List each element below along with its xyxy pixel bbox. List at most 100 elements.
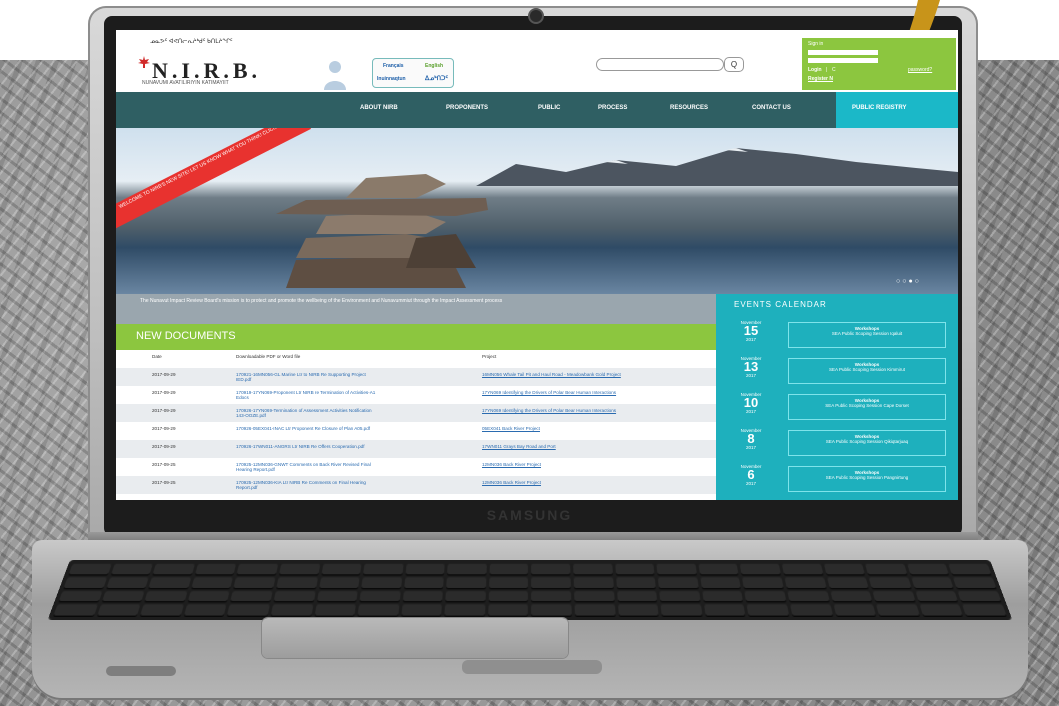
keyboard-key	[531, 563, 571, 575]
event-year: 2017	[745, 373, 756, 378]
keyboard-key	[270, 604, 313, 616]
keyboard-key	[531, 590, 572, 602]
keyboard-key	[744, 590, 787, 602]
keyboard-key	[230, 590, 273, 602]
keyboard-key	[953, 577, 997, 588]
forgot-password-link[interactable]: password?	[908, 67, 932, 73]
keyboard-key	[702, 590, 744, 602]
lang-french[interactable]: Français	[383, 63, 404, 69]
nav-public[interactable]: PUBLIC	[538, 105, 560, 111]
keyboard-key	[445, 590, 486, 602]
nav-resources[interactable]: RESOURCES	[670, 105, 708, 111]
event-box[interactable]: Workshops SEA Public Scoping Session Qiki…	[788, 430, 946, 456]
header-date: Date	[152, 354, 162, 359]
lang-english[interactable]: English	[425, 63, 443, 69]
keyboard-key	[488, 604, 529, 616]
keyboard-key	[110, 563, 154, 575]
register-link[interactable]: Register N	[808, 76, 833, 82]
row-file-link[interactable]: 170921-16MN056-GL Marine Ltr to NIRB Re …	[236, 372, 376, 382]
row-date: 2017-09-29	[152, 444, 176, 449]
event-item[interactable]: November 13 2017 Workshops SEA Public Scopin…	[720, 356, 954, 392]
row-project-link[interactable]: 12MN036 Back River Project	[482, 480, 712, 485]
row-project-link[interactable]: 16MN056 Whale Tail Pit and Haul Road - M…	[482, 372, 712, 377]
event-box[interactable]: Workshops SEA Public Scoping Session Cape…	[788, 394, 946, 420]
keyboard-key	[703, 604, 746, 616]
row-project-link[interactable]: 17WN011 Grays Bay Road and Port	[482, 444, 712, 449]
lang-inuktitut[interactable]: ᐃᓄᒃᑎᑐᑦ	[425, 75, 448, 82]
row-project-link[interactable]: 17YN069 Identifying the Drivers of Polar…	[482, 390, 712, 395]
username-field[interactable]	[808, 50, 878, 55]
maple-leaf-icon	[138, 56, 150, 68]
login-button[interactable]: Login	[808, 67, 822, 73]
keyboard-key	[148, 577, 192, 588]
person-icon	[324, 61, 346, 90]
row-date: 2017-09-25	[152, 462, 176, 467]
row-project-link[interactable]: 12MN036 Back River Project	[482, 462, 712, 467]
row-date: 2017-09-29	[152, 408, 176, 413]
mission-statement: The Nunavut Impact Review Board's missio…	[116, 294, 716, 324]
event-item[interactable]: November 15 2017 Workshops SEA Public Scopin…	[720, 320, 954, 356]
touchpad[interactable]	[262, 618, 568, 658]
nav-proponents[interactable]: PROPONENTS	[446, 105, 488, 111]
signin-link[interactable]: C	[832, 67, 836, 73]
samsung-logo: SAMSUNG	[486, 507, 573, 523]
nav-process[interactable]: PROCESS	[598, 105, 627, 111]
keyboard-key	[237, 563, 279, 575]
row-project-link[interactable]: 05EX041 Back River Project	[482, 426, 712, 431]
row-file-link[interactable]: 170925-12MN036-GNWT Comments on Back Riv…	[236, 462, 376, 472]
password-field[interactable]	[808, 58, 878, 63]
keyboard-key	[962, 604, 1007, 616]
mountain-image	[476, 148, 958, 186]
event-year: 2017	[745, 337, 756, 342]
event-name: SEA Public Scoping Session Kimmirut	[828, 367, 906, 372]
keyboard-key	[790, 604, 833, 616]
nirb-logo[interactable]: ᓄᓇᕗᑦ ᐊᕙᑎᓕᕆᔨᒃᑯᑦ ᑲᑎᒪᔨᖏᑦ N.I.R.B. NUNAVUMI …	[138, 38, 290, 86]
search-input[interactable]	[596, 58, 724, 71]
keyboard-key	[402, 590, 444, 602]
keyboard-key	[781, 563, 823, 575]
table-row: 2017-09-25 170925-12MN036-GNWT Comments o…	[116, 458, 716, 476]
event-box[interactable]: Workshops SEA Public Scoping Session Kimm…	[788, 358, 946, 384]
row-project-link[interactable]: 17YN069 Identifying the Drivers of Polar…	[482, 408, 712, 413]
slideshow-dots[interactable]: ○○●○	[896, 278, 921, 285]
event-item[interactable]: November 6 2017 Workshops SEA Public Scoping…	[720, 464, 954, 500]
table-row: 2017-09-29 170919-17YN069-Proponent Ltr N…	[116, 386, 716, 404]
keyboard-key	[488, 590, 529, 602]
logo-subtitle: NUNAVUMI AVATILIRIYIN KATIMAYIIT	[142, 80, 229, 86]
browser-screen: ᓄᓇᕗᑦ ᐊᕙᑎᓕᕆᔨᒃᑯᑦ ᑲᑎᒪᔨᖏᑦ N.I.R.B. NUNAVUMI …	[116, 30, 958, 500]
webcam-icon	[528, 8, 544, 24]
event-name: SEA Public Scoping Session Iqaluit	[831, 331, 903, 336]
row-file-link[interactable]: 170926-05EX041-INAC Ltr Proponent Re Clo…	[236, 426, 376, 431]
lang-inuinnaqtun[interactable]: Inuinnaqtun	[377, 76, 406, 82]
event-box[interactable]: Workshops SEA Public Scoping Session Iqal…	[788, 322, 946, 348]
keyboard-key	[616, 590, 658, 602]
nav-public-registry[interactable]: PUBLIC REGISTRY	[836, 92, 958, 128]
keyboard-key	[787, 590, 830, 602]
keyboard-key	[187, 590, 231, 602]
keyboard-key	[919, 604, 964, 616]
row-file-link[interactable]: 170926-17YN069-Termination of Assessment…	[236, 408, 376, 418]
documents-table: Date Downloadable PDF or Word file Proje…	[116, 350, 716, 500]
row-date: 2017-09-29	[152, 390, 176, 395]
events-calendar: EVENTS CALENDAR November 15 2017 Workshops S…	[716, 294, 958, 500]
event-day: 6	[747, 467, 755, 482]
event-item[interactable]: November 10 2017 Workshops SEA Public Scopin…	[720, 392, 954, 428]
keyboard-key	[58, 590, 103, 602]
row-file-link[interactable]: 170925-12MN036-KIA Ltr NIRB Re Comments …	[236, 480, 376, 490]
event-box[interactable]: Workshops SEA Public Scoping Session Pang…	[788, 466, 946, 492]
keyboard-key	[573, 563, 613, 575]
indicator-light	[106, 666, 176, 676]
keyboard-key	[401, 604, 443, 616]
row-file-link[interactable]: 170926-17WN011-ANGRS Ltr NIRB Re Offers …	[236, 444, 376, 449]
hero-slideshow[interactable]: WELCOME TO NIRB'S NEW SITE! LET US KNOW …	[116, 128, 958, 294]
keyboard-key	[359, 590, 401, 602]
search-button[interactable]: Q	[724, 57, 744, 72]
nav-about[interactable]: ABOUT NIRB	[360, 105, 398, 111]
keyboard	[47, 560, 1013, 620]
nav-contact[interactable]: CONTACT US	[752, 105, 791, 111]
row-file-link[interactable]: 170919-17YN069-Proponent Ltr NIRB re Ter…	[236, 390, 376, 400]
event-day: 15	[743, 323, 759, 338]
signin-panel: Sign in Login | C password? Register N	[802, 38, 956, 90]
keyboard-key	[742, 577, 784, 588]
event-item[interactable]: November 8 2017 Workshops SEA Public Scoping…	[720, 428, 954, 464]
